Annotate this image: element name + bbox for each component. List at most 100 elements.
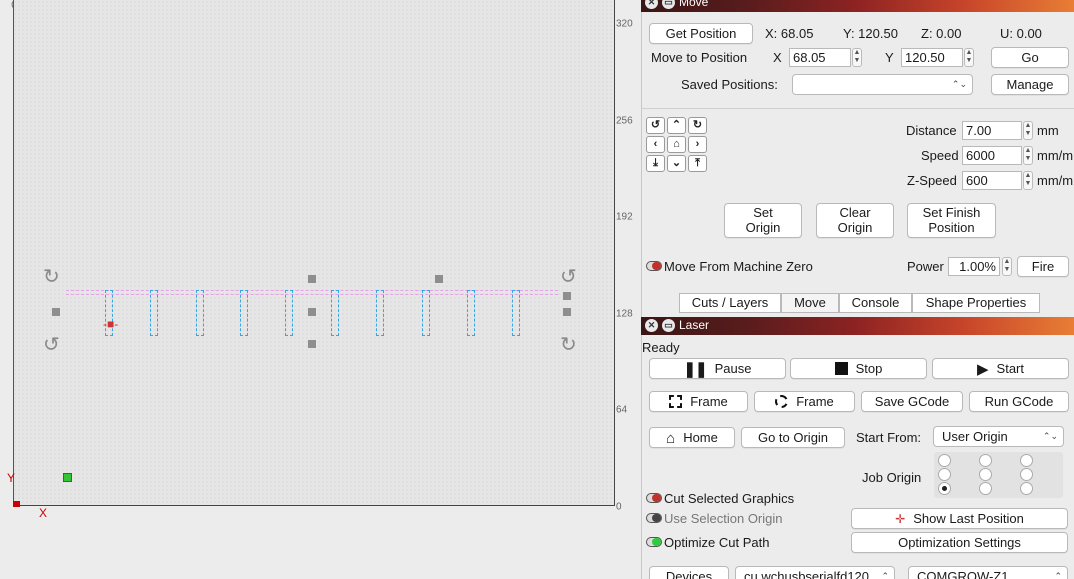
- stop-button[interactable]: Stop: [790, 358, 927, 379]
- optimization-settings-button[interactable]: Optimization Settings: [851, 532, 1068, 553]
- cut-slot[interactable]: [467, 290, 475, 336]
- machine-zero-toggle[interactable]: [646, 261, 662, 271]
- scale-handle[interactable]: [563, 292, 571, 300]
- job-origin-radio[interactable]: [938, 454, 951, 467]
- stop-label: Stop: [855, 361, 883, 376]
- job-origin-radio[interactable]: [1020, 468, 1033, 481]
- frame-rect-button[interactable]: Frame: [649, 391, 748, 412]
- jog-right-icon[interactable]: ›: [688, 136, 707, 153]
- optimize-label: Optimize Cut Path: [664, 535, 770, 550]
- show-last-position-button[interactable]: ✛ Show Last Position: [851, 508, 1068, 529]
- scale-handle[interactable]: [563, 308, 571, 316]
- cut-selected-toggle[interactable]: [646, 493, 662, 503]
- manage-button[interactable]: Manage: [991, 74, 1069, 95]
- frame-circle-button[interactable]: Frame: [754, 391, 855, 412]
- use-selection-origin-toggle[interactable]: [646, 513, 662, 523]
- rotate-handle-icon[interactable]: ↻: [560, 335, 577, 355]
- float-icon[interactable]: ▭: [662, 0, 675, 9]
- tab-console[interactable]: Console: [839, 293, 912, 313]
- tab-cuts-layers[interactable]: Cuts / Layers: [679, 293, 781, 313]
- tab-shape-properties[interactable]: Shape Properties: [912, 293, 1040, 313]
- scale-handle[interactable]: [308, 340, 316, 348]
- go-to-origin-button[interactable]: Go to Origin: [741, 427, 845, 448]
- move-y-stepper[interactable]: ▲ ▼: [964, 48, 974, 67]
- pause-button[interactable]: ❚❚ Pause: [649, 358, 786, 379]
- rotate-handle-icon[interactable]: ↺: [43, 335, 60, 355]
- cut-slot[interactable]: [331, 290, 339, 336]
- job-origin-radio[interactable]: [979, 482, 992, 495]
- cut-slot[interactable]: [285, 290, 293, 336]
- speed-stepper[interactable]: ▲ ▼: [1023, 146, 1033, 165]
- toggle-knob: [652, 494, 661, 502]
- save-gcode-button[interactable]: Save GCode: [861, 391, 963, 412]
- y-label: Y: [885, 50, 894, 65]
- skew-handle[interactable]: [435, 275, 443, 283]
- power-field[interactable]: 1.00%: [948, 257, 1000, 276]
- rotate-cw-icon[interactable]: ↻: [688, 117, 707, 134]
- job-origin-radio[interactable]: [979, 468, 992, 481]
- z-down-icon[interactable]: ⤓: [646, 155, 665, 172]
- distance-label: Distance: [906, 123, 957, 138]
- jog-left-icon[interactable]: ‹: [646, 136, 665, 153]
- button-line: Set: [753, 205, 773, 220]
- close-icon[interactable]: ✕: [645, 0, 658, 9]
- device-select[interactable]: COMGROW-Z1 ⌃: [908, 566, 1068, 579]
- clear-origin-button[interactable]: Clear Origin: [816, 203, 894, 238]
- close-icon[interactable]: ✕: [645, 319, 658, 332]
- set-finish-position-button[interactable]: Set Finish Position: [907, 203, 996, 238]
- start-from-value: User Origin: [942, 429, 1008, 444]
- float-icon[interactable]: ▭: [662, 319, 675, 332]
- start-label: Start: [996, 361, 1024, 376]
- saved-positions-label: Saved Positions:: [681, 77, 778, 92]
- move-x-field[interactable]: 68.05: [789, 48, 851, 67]
- job-origin-radio[interactable]: [938, 482, 951, 495]
- cut-slot[interactable]: [376, 290, 384, 336]
- run-gcode-button[interactable]: Run GCode: [969, 391, 1069, 412]
- job-origin-radio[interactable]: [1020, 454, 1033, 467]
- port-select[interactable]: cu.wchusbserialfd120 ⌃: [735, 566, 895, 579]
- home-icon: ⌂: [666, 430, 676, 448]
- rotate-handle-icon[interactable]: ↺: [560, 267, 577, 287]
- rotate-ccw-icon[interactable]: ↺: [646, 117, 665, 134]
- get-position-button[interactable]: Get Position: [649, 23, 753, 44]
- power-stepper[interactable]: ▲ ▼: [1002, 257, 1012, 276]
- start-from-select[interactable]: User Origin ⌃⌄: [933, 426, 1064, 447]
- scale-handle[interactable]: [308, 275, 316, 283]
- move-y-field[interactable]: 120.50: [901, 48, 963, 67]
- start-button[interactable]: ▶ Start: [932, 358, 1069, 379]
- set-origin-button[interactable]: Set Origin: [724, 203, 802, 238]
- saved-positions-select[interactable]: ⌃⌄: [792, 74, 973, 95]
- jog-up-icon[interactable]: ⌃: [667, 117, 686, 134]
- rotate-handle-icon[interactable]: ↻: [43, 267, 60, 287]
- jog-down-icon[interactable]: ⌄: [667, 155, 686, 172]
- job-origin-radio[interactable]: [938, 468, 951, 481]
- devices-button[interactable]: Devices: [649, 566, 729, 579]
- job-origin-radio[interactable]: [979, 454, 992, 467]
- divider: [641, 108, 1074, 109]
- job-origin-radio[interactable]: [1020, 482, 1033, 495]
- select-arrow-icon: ⌃: [1054, 571, 1062, 579]
- cut-slot[interactable]: [512, 290, 520, 336]
- optimize-toggle[interactable]: [646, 537, 662, 547]
- panel-title: Move: [679, 0, 709, 9]
- go-button[interactable]: Go: [991, 47, 1069, 68]
- cut-slot[interactable]: [422, 290, 430, 336]
- toggle-knob: [652, 514, 661, 522]
- z-up-icon[interactable]: ⤒: [688, 155, 707, 172]
- distance-stepper[interactable]: ▲ ▼: [1023, 121, 1033, 140]
- zspeed-field[interactable]: 600: [962, 171, 1022, 190]
- tab-move[interactable]: Move: [781, 293, 839, 313]
- distance-field[interactable]: 7.00: [962, 121, 1022, 140]
- cut-slot[interactable]: [150, 290, 158, 336]
- home-icon[interactable]: ⌂: [667, 136, 686, 153]
- ruler-tick: 0: [616, 501, 622, 513]
- speed-field[interactable]: 6000: [962, 146, 1022, 165]
- home-button[interactable]: ⌂ Home: [649, 427, 735, 448]
- cut-slot[interactable]: [196, 290, 204, 336]
- move-x-stepper[interactable]: ▲ ▼: [852, 48, 862, 67]
- zspeed-stepper[interactable]: ▲ ▼: [1023, 171, 1033, 190]
- scale-handle[interactable]: [52, 308, 60, 316]
- cut-slot[interactable]: [240, 290, 248, 336]
- fire-button[interactable]: Fire: [1017, 256, 1069, 277]
- scale-handle[interactable]: [308, 308, 316, 316]
